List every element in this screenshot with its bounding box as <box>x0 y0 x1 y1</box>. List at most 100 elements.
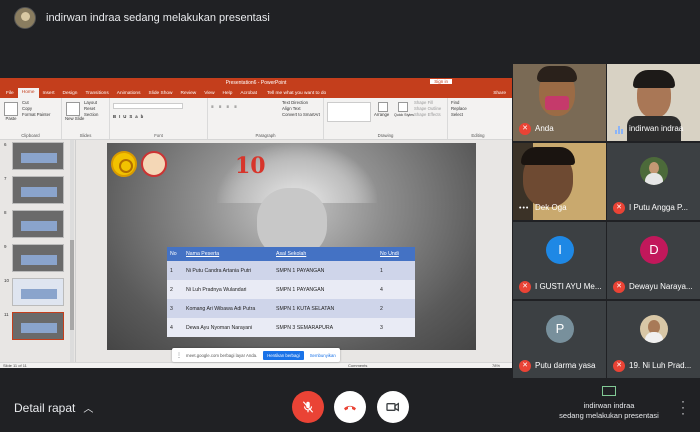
camera-toggle-button[interactable] <box>377 391 409 423</box>
slides-label: Slides <box>79 133 92 138</box>
thumbnail-number: 7 <box>4 176 7 181</box>
share-button[interactable]: Share <box>493 91 506 96</box>
paragraph-buttons[interactable]: ≡ ≡ ≡ ≡ <box>211 104 239 118</box>
paste-label[interactable]: Paste <box>3 116 19 122</box>
presenter-status: sedang melakukan presentasi <box>559 411 659 420</box>
table-header: No <box>167 247 183 261</box>
convert-smartart-button[interactable]: Convert to SmartArt <box>282 112 320 118</box>
participant-name: Anda <box>535 124 554 133</box>
participant-avatar <box>640 157 668 185</box>
editor-area: 6 7 8 9 10 11 10 No Nama Peserta Asal Se… <box>0 140 512 362</box>
arrange-label[interactable]: Arrange <box>374 112 392 118</box>
new-slide-label[interactable]: New Slide <box>65 116 84 122</box>
thumbnail-image <box>12 312 64 340</box>
screen-share-banner: ⋮ meet.google.com berbagi layar Anda. He… <box>172 348 340 362</box>
table-cell: 1 <box>377 261 415 280</box>
table-row: 3 Komang Ari Wibawa Adi Putra SMPN 1 KUT… <box>167 299 415 318</box>
format-painter-button[interactable]: Format Painter <box>22 112 50 118</box>
mic-off-icon: ✕ <box>519 281 531 293</box>
thumbnail-slide-8[interactable]: 8 <box>2 210 72 240</box>
new-slide-icon[interactable] <box>66 102 80 116</box>
participant-name: I Putu Angga P... <box>629 203 689 212</box>
paste-icon[interactable] <box>4 102 18 116</box>
mic-off-icon: ✕ <box>519 123 531 135</box>
thumbnail-slide-10[interactable]: 10 <box>2 278 72 308</box>
participants-table: No Nama Peserta Asal Sekolah No Undi 1 N… <box>167 247 415 337</box>
tab-review[interactable]: Review <box>177 91 201 96</box>
slide-count: Slide 11 of 11 <box>3 363 27 368</box>
more-options-icon[interactable]: ••• <box>519 205 529 212</box>
font-label: Font <box>154 133 163 138</box>
participant-avatar: I <box>546 236 574 264</box>
participant-tile-anda[interactable]: ✕ Anda <box>513 64 606 141</box>
mic-toggle-button[interactable] <box>292 391 324 423</box>
present-screen-icon <box>602 386 616 396</box>
thumbnail-slide-11[interactable]: 11 <box>2 312 72 342</box>
zoom-level[interactable]: 78% <box>492 363 500 368</box>
table-header: Nama Peserta <box>183 247 273 261</box>
top-bar: indirwan indraa sedang melakukan present… <box>0 0 700 36</box>
table-row: 1 Ni Putu Candra Artania Putri SMPN 1 PA… <box>167 261 415 280</box>
tab-help[interactable]: Help <box>219 91 237 96</box>
font-group: BIUSab Font <box>110 98 208 139</box>
shape-effects-button[interactable]: Shape Effects <box>414 112 441 118</box>
font-format-buttons[interactable]: BIUSab <box>113 114 204 120</box>
thumbnail-scrollbar[interactable] <box>70 140 74 362</box>
signin-button[interactable]: Sign in <box>430 79 452 84</box>
powerpoint-window-title: Presentation6 - PowerPoint <box>225 80 287 86</box>
section-button[interactable]: Section <box>84 112 98 118</box>
table-cell: 4 <box>377 280 415 299</box>
tab-acrobat[interactable]: Acrobat <box>236 91 261 96</box>
table-header-row: No Nama Peserta Asal Sekolah No Undi <box>167 247 415 261</box>
participant-tile-dek-oga[interactable]: ••• Dek Oga <box>513 143 606 220</box>
quick-styles-label[interactable]: Quick Styles <box>394 112 414 118</box>
thumbnail-slide-7[interactable]: 7 <box>2 176 72 206</box>
select-button[interactable]: Select <box>451 112 505 118</box>
tab-slide-show[interactable]: Slide Show <box>145 91 177 96</box>
participant-tile-dewayu[interactable]: D ✕ Dewayu Naraya... <box>607 222 700 299</box>
table-cell: SMPN 3 SEMARAPURA <box>273 318 377 337</box>
slide-thumbnails: 6 7 8 9 10 11 <box>0 140 76 362</box>
stop-sharing-button[interactable]: Hentikan berbagi <box>263 350 304 360</box>
participant-tile-indirwan[interactable]: indirwan indraa <box>607 64 700 141</box>
participant-tile-putu-darma[interactable]: P ✕ Putu darma yasa <box>513 301 606 378</box>
drawing-label: Drawing <box>377 133 394 138</box>
presenting-indicator[interactable]: indirwan indraa sedang melakukan present… <box>538 386 680 421</box>
grip-icon[interactable]: ⋮ <box>176 352 182 359</box>
thumbnail-number: 8 <box>4 210 7 215</box>
speaking-indicator-icon <box>615 125 623 134</box>
presenting-title: indirwan indraa sedang melakukan present… <box>46 12 270 24</box>
table-cell: 3 <box>377 318 415 337</box>
shapes-gallery[interactable] <box>327 102 371 122</box>
participant-tile-putu-angga[interactable]: ✕ I Putu Angga P... <box>607 143 700 220</box>
arrange-icon[interactable] <box>378 102 388 112</box>
participant-tile-ni-luh[interactable]: ✕ 19. Ni Luh Prad... <box>607 301 700 378</box>
thumbnail-slide-9[interactable]: 9 <box>2 244 72 274</box>
tab-home[interactable]: Home <box>17 88 39 98</box>
more-options-icon[interactable]: · · · <box>680 395 686 419</box>
tab-design[interactable]: Design <box>59 91 82 96</box>
font-name-box[interactable] <box>113 103 183 109</box>
meeting-details-button[interactable]: Detail rapat ︿ <box>14 400 93 415</box>
hide-banner-button[interactable]: Sembunyikan <box>310 353 336 358</box>
thumbnail-slide-6[interactable]: 6 <box>2 142 72 172</box>
mic-off-icon: ✕ <box>613 360 625 372</box>
tell-me-search[interactable]: Tell me what you want to do <box>267 91 326 96</box>
quick-styles-icon[interactable] <box>398 102 408 112</box>
share-banner-text: meet.google.com berbagi layar Anda. <box>186 352 258 358</box>
table-cell: SMPN 1 PAYANGAN <box>273 261 377 280</box>
tab-transitions[interactable]: Transitions <box>81 91 112 96</box>
tab-animations[interactable]: Animations <box>113 91 145 96</box>
tab-view[interactable]: View <box>200 91 218 96</box>
end-call-button[interactable] <box>334 391 366 423</box>
tab-file[interactable]: File <box>2 91 18 96</box>
tab-insert[interactable]: Insert <box>39 91 59 96</box>
shared-screen[interactable]: Presentation6 - PowerPoint Sign in File … <box>0 78 512 368</box>
participant-tile-gusti-ayu[interactable]: I ✕ I GUSTI AYU Me... <box>513 222 606 299</box>
thumbnail-image <box>12 244 64 272</box>
slide-canvas[interactable]: 10 No Nama Peserta Asal Sekolah No Undi … <box>107 143 476 350</box>
table-cell: 1 <box>167 261 183 280</box>
slides-group: New Slide Layout Reset Section Slides <box>62 98 110 139</box>
participant-avatar: P <box>546 315 574 343</box>
comments-button[interactable]: Comments <box>348 363 367 368</box>
